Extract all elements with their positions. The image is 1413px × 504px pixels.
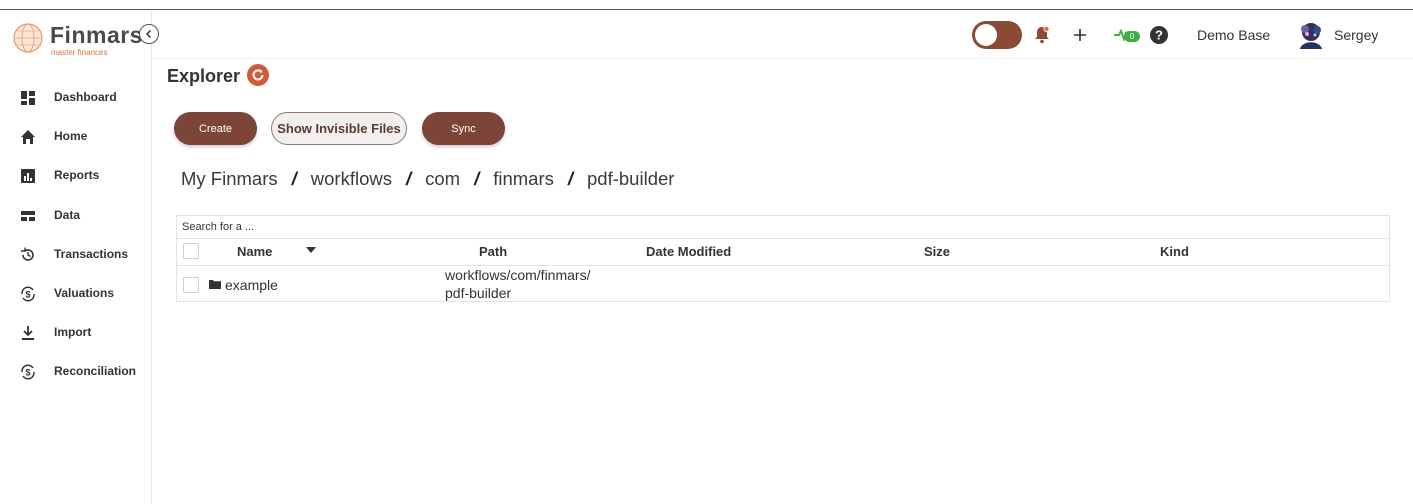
table-row[interactable]: example workflows/com/finmars/ pdf-build… [177, 265, 1389, 302]
download-icon [19, 324, 37, 342]
svg-text:$: $ [25, 368, 30, 378]
row-checkbox[interactable] [183, 277, 199, 293]
sidebar-item-data[interactable]: Data [0, 196, 151, 235]
base-selector[interactable]: Demo Base [1197, 27, 1270, 43]
breadcrumb-item[interactable]: workflows [311, 168, 392, 189]
create-button[interactable]: Create [174, 112, 257, 145]
data-icon [19, 207, 37, 225]
sidebar-item-label: Dashboard [54, 90, 117, 104]
logo[interactable]: Finmars master finances [12, 22, 152, 62]
history-icon [19, 246, 37, 264]
column-header-kind[interactable]: Kind [1160, 244, 1189, 259]
sidebar-item-label: Reports [54, 168, 100, 183]
breadcrumb-separator: / [474, 168, 480, 189]
chevron-left-icon [145, 29, 152, 39]
column-header-size[interactable]: Size [924, 244, 950, 259]
sidebar-collapse-button[interactable] [139, 24, 159, 44]
svg-text:?: ? [1155, 28, 1163, 43]
breadcrumb-item[interactable]: My Finmars [181, 168, 278, 189]
globe-logo-icon [13, 23, 43, 53]
help-icon[interactable]: ? [1147, 23, 1171, 47]
sidebar-item-label: Reconciliation [54, 364, 137, 379]
logo-tagline: master finances [51, 48, 108, 57]
table-header: Name Path Date Modified Size Kind [177, 238, 1389, 266]
breadcrumb-separator: / [567, 168, 574, 189]
logo-name: Finmars [50, 22, 143, 48]
breadcrumb-item[interactable]: finmars [493, 168, 554, 189]
user-avatar[interactable] [1295, 20, 1327, 50]
sync-button[interactable]: Sync [422, 112, 505, 145]
breadcrumb-separator: / [291, 168, 297, 189]
page-title: Explorer [167, 66, 241, 86]
column-header-date-modified[interactable]: Date Modified [646, 244, 731, 259]
sidebar-item-reports[interactable]: Reports [0, 156, 151, 195]
sidebar-item-label: Import [54, 325, 92, 340]
sidebar-item-dashboard[interactable]: Dashboard [0, 78, 151, 117]
file-table: Name Path Date Modified Size Kind exampl… [176, 215, 1390, 302]
toggle-knob [975, 24, 997, 46]
breadcrumb-separator: / [405, 168, 412, 189]
notifications-icon[interactable] [1030, 23, 1054, 47]
sidebar-nav: Dashboard Home Reports Data Transactions [0, 78, 151, 392]
select-all-checkbox[interactable] [183, 243, 199, 259]
show-invisible-files-button[interactable]: Show Invisible Files [271, 112, 407, 145]
sidebar-item-transactions[interactable]: Transactions [0, 235, 151, 274]
sidebar-item-import[interactable]: Import [0, 313, 151, 352]
sidebar-item-label: Data [54, 207, 81, 222]
refresh-button[interactable] [247, 64, 269, 86]
sidebar-item-label: Valuations [54, 285, 115, 300]
health-badge: 0 [1124, 31, 1140, 42]
sidebar-item-label: Home [54, 129, 88, 144]
currency-exchange-icon: $ [19, 285, 37, 303]
plus-icon[interactable] [1068, 23, 1092, 47]
column-header-path[interactable]: Path [479, 244, 507, 259]
file-name[interactable]: example [225, 277, 278, 293]
table-search [177, 216, 1389, 239]
sidebar: Finmars master finances Dashboard Home R… [0, 10, 152, 504]
dashboard-icon [19, 89, 37, 107]
sidebar-item-valuations[interactable]: $ Valuations [0, 274, 151, 313]
breadcrumb-item[interactable]: com [425, 168, 460, 189]
file-path-line1: workflows/com/finmars/ [445, 267, 591, 283]
breadcrumb: My Finmars / workflows / com / finmars / pdf-bui… [181, 168, 674, 190]
username[interactable]: Sergey [1334, 27, 1378, 43]
sidebar-item-home[interactable]: Home [0, 117, 151, 156]
folder-icon [209, 280, 221, 289]
reports-icon [19, 167, 37, 185]
top-header: 0 ? Demo Base Sergey [152, 10, 1413, 59]
theme-toggle[interactable] [972, 21, 1022, 49]
sidebar-item-reconciliation[interactable]: $ Reconciliation [0, 352, 151, 391]
currency-exchange-icon: $ [19, 363, 37, 381]
refresh-icon [252, 69, 264, 81]
svg-text:$: $ [25, 289, 30, 299]
search-input[interactable] [177, 216, 1389, 238]
home-icon [19, 128, 37, 146]
column-header-name[interactable]: Name [237, 244, 272, 259]
breadcrumb-item[interactable]: pdf-builder [587, 168, 674, 189]
sort-down-icon[interactable] [306, 247, 316, 253]
health-monitor-icon[interactable]: 0 [1107, 23, 1143, 47]
file-path-line2: pdf-builder [445, 285, 512, 301]
sidebar-item-label: Transactions [54, 246, 129, 261]
